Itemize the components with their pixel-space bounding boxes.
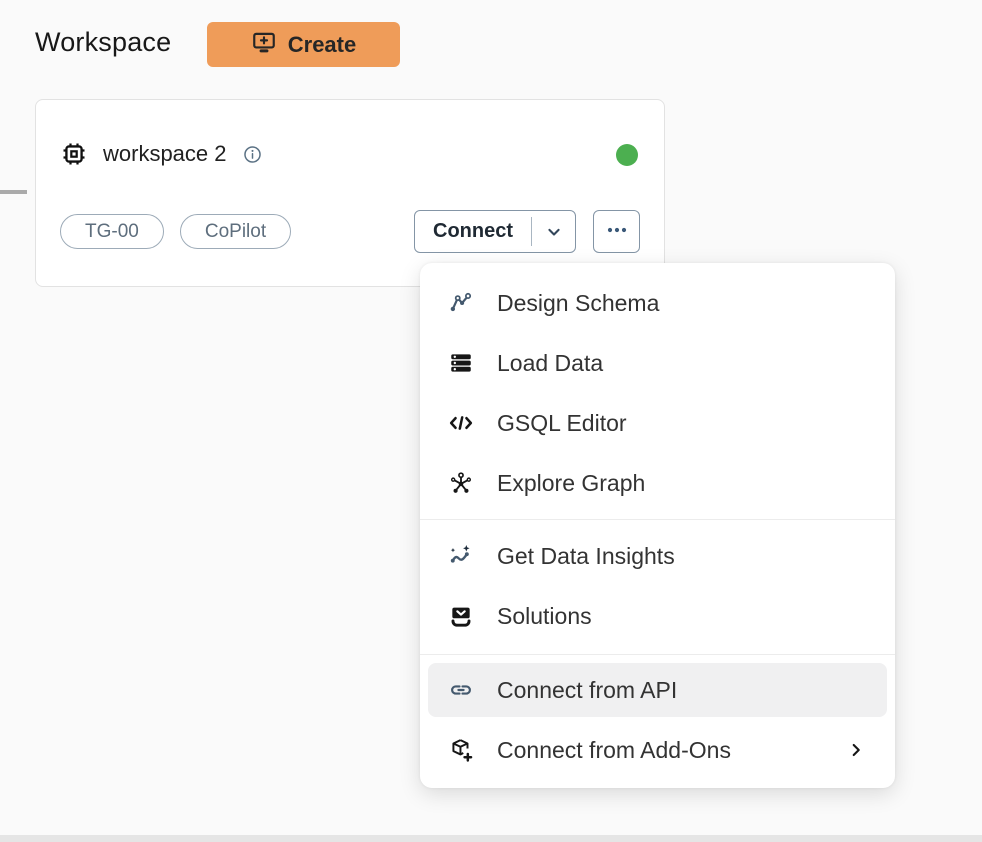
info-icon[interactable]: [242, 144, 263, 165]
menu-divider: [420, 654, 895, 655]
menu-item-design-schema[interactable]: Design Schema: [420, 273, 895, 333]
workspace-title-row: workspace 2: [60, 140, 263, 168]
ellipsis-icon: [605, 218, 629, 245]
menu-item-connect-from-api[interactable]: Connect from API: [428, 663, 887, 717]
workspace-card: workspace 2 TG-00 CoPilot Connect: [35, 99, 665, 287]
status-dot: [616, 144, 638, 166]
menu-item-get-data-insights[interactable]: Get Data Insights: [420, 526, 895, 586]
solutions-icon: [448, 603, 474, 629]
left-edge-dash: [0, 190, 27, 194]
menu-item-solutions[interactable]: Solutions: [420, 586, 895, 646]
menu-item-label: Load Data: [497, 350, 603, 377]
design-schema-icon: [448, 290, 474, 316]
create-monitor-plus-icon: [251, 29, 277, 61]
package-plus-icon: [448, 737, 474, 763]
menu-item-label: Connect from Add-Ons: [497, 737, 731, 764]
bottom-edge-strip: [0, 835, 982, 842]
create-button-label: Create: [288, 32, 356, 58]
page-title: Workspace: [35, 27, 171, 58]
menu-item-explore-graph[interactable]: Explore Graph: [420, 453, 895, 513]
tag-copilot: CoPilot: [180, 214, 291, 249]
code-icon: [448, 410, 474, 436]
connect-button[interactable]: Connect: [414, 210, 576, 253]
chevron-down-icon[interactable]: [532, 211, 575, 252]
tag-tg00: TG-00: [60, 214, 164, 249]
workspace-name: workspace 2: [103, 141, 227, 167]
link-icon: [448, 677, 474, 703]
menu-item-load-data[interactable]: Load Data: [420, 333, 895, 393]
workspace-context-menu: Design Schema Load Data: [420, 263, 895, 788]
create-button[interactable]: Create: [207, 22, 400, 67]
menu-divider: [420, 519, 895, 520]
more-options-button[interactable]: [593, 210, 640, 253]
chevron-right-icon: [845, 739, 867, 761]
menu-item-gsql-editor[interactable]: GSQL Editor: [420, 393, 895, 453]
tag-list: TG-00 CoPilot: [60, 214, 291, 249]
cpu-chip-icon: [60, 140, 88, 168]
menu-item-label: Explore Graph: [497, 470, 645, 497]
menu-item-connect-from-addons[interactable]: Connect from Add-Ons: [420, 720, 895, 780]
workspace-action-row: TG-00 CoPilot Connect: [60, 210, 640, 253]
menu-item-label: Get Data Insights: [497, 543, 675, 570]
menu-item-label: Solutions: [497, 603, 592, 630]
connect-button-label: Connect: [415, 211, 531, 252]
menu-item-label: GSQL Editor: [497, 410, 627, 437]
insights-icon: [448, 543, 474, 569]
explore-graph-icon: [448, 470, 474, 496]
menu-item-label: Design Schema: [497, 290, 659, 317]
menu-item-label: Connect from API: [497, 677, 677, 704]
load-data-icon: [448, 350, 474, 376]
